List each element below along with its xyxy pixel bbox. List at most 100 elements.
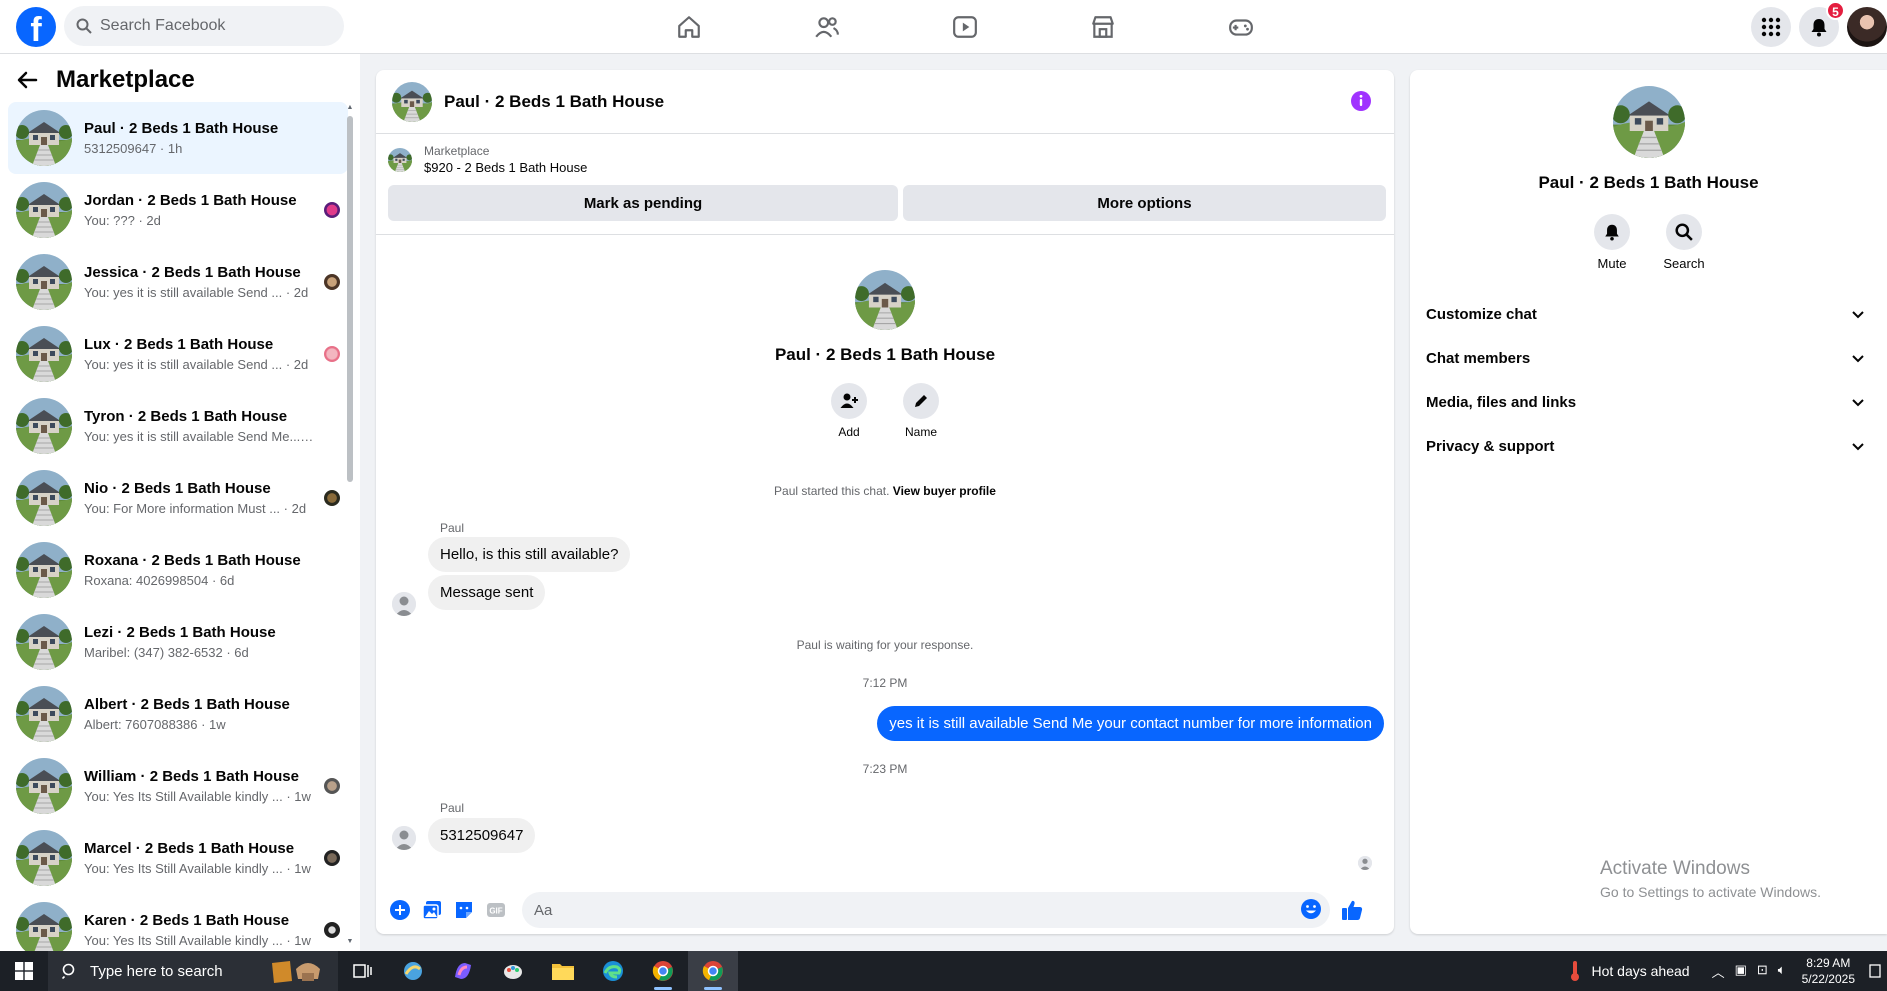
search-icon bbox=[76, 18, 92, 34]
chat-members-section[interactable]: Chat members bbox=[1414, 336, 1877, 380]
facebook-logo[interactable]: f bbox=[16, 7, 56, 47]
message-bubble[interactable]: 5312509647 bbox=[428, 818, 536, 853]
add-people-button[interactable]: Add bbox=[831, 383, 867, 439]
sender-avatar[interactable] bbox=[392, 592, 416, 616]
intro-name: Paul · 2 Beds 1 Bath House bbox=[774, 345, 996, 364]
tab-marketplace[interactable] bbox=[1034, 0, 1172, 54]
video-icon bbox=[953, 16, 977, 38]
edit-name-button[interactable]: Name bbox=[903, 383, 939, 439]
add-person-icon bbox=[840, 393, 858, 408]
meet-icon[interactable]: ▣ bbox=[1735, 962, 1747, 981]
sidebar-header: Marketplace bbox=[16, 66, 195, 94]
taskbar-search[interactable]: Type here to search bbox=[48, 951, 338, 991]
start-button[interactable] bbox=[0, 951, 48, 991]
details-header: Paul · 2 Beds 1 Bath House bbox=[1410, 86, 1887, 193]
listing-summary[interactable]: Marketplace $920 - 2 Beds 1 Bath House bbox=[388, 144, 587, 175]
taskbar-app-file-explorer[interactable] bbox=[538, 951, 588, 991]
search-in-chat-button[interactable]: Search bbox=[1663, 214, 1705, 271]
sticker-button[interactable] bbox=[448, 894, 480, 926]
conversation-item[interactable]: Lezi · 2 Beds 1 Bath House Maribel: (347)… bbox=[8, 606, 348, 678]
taskbar-app-game[interactable] bbox=[388, 951, 438, 991]
name-label: Name bbox=[904, 425, 937, 439]
tab-home[interactable] bbox=[620, 0, 758, 54]
view-buyer-profile-link[interactable]: View buyer profile bbox=[893, 484, 996, 498]
taskbar-app-paint[interactable] bbox=[488, 951, 538, 991]
taskbar-app-copilot[interactable] bbox=[438, 951, 488, 991]
house-thumbnail bbox=[16, 326, 72, 382]
conversation-item[interactable]: Albert · 2 Beds 1 Bath House Albert: 7607… bbox=[8, 678, 348, 750]
sidebar-scrollbar[interactable]: ▲ ▼ bbox=[346, 104, 354, 946]
conversation-name: Roxana · 2 Beds 1 Bath House bbox=[84, 552, 301, 569]
network-icon[interactable]: ⊡ bbox=[1757, 962, 1768, 981]
search-input[interactable] bbox=[100, 17, 320, 35]
gif-button[interactable]: GIF bbox=[480, 894, 512, 926]
taskbar-app-chrome[interactable] bbox=[638, 951, 688, 991]
conversation-item[interactable]: Paul · 2 Beds 1 Bath House 5312509647 · 1… bbox=[8, 102, 348, 174]
taskbar-app-edge[interactable] bbox=[588, 951, 638, 991]
weather-widget[interactable]: Hot days ahead bbox=[1568, 960, 1690, 982]
taskbar-app-chrome-active[interactable] bbox=[688, 951, 738, 991]
mute-button[interactable]: Mute bbox=[1594, 214, 1630, 271]
like-button[interactable] bbox=[1336, 894, 1368, 926]
facebook-search[interactable] bbox=[64, 6, 344, 46]
message-bubble[interactable]: Message sent bbox=[428, 575, 546, 610]
notification-center-icon[interactable] bbox=[1869, 964, 1881, 978]
mark-as-pending-button[interactable]: Mark as pending bbox=[388, 185, 898, 221]
system-tray: Hot days ahead ︿ ▣ ⊡ 🔈︎ 8:29 AM 5/22/202… bbox=[1568, 951, 1887, 991]
conversation-item[interactable]: Lux · 2 Beds 1 Bath House You: yes it is … bbox=[8, 318, 348, 390]
conversation-item[interactable]: Nio · 2 Beds 1 Bath House You: For More i… bbox=[8, 462, 348, 534]
message-bubble[interactable]: Hello, is this still available? bbox=[428, 537, 631, 572]
conversation-name: Albert · 2 Beds 1 Bath House bbox=[84, 696, 290, 713]
plus-circle-icon bbox=[390, 900, 410, 920]
conversation-item[interactable]: Tyron · 2 Beds 1 Bath House You: yes it i… bbox=[8, 390, 348, 462]
chat-avatar[interactable] bbox=[392, 82, 432, 122]
profile-avatar[interactable] bbox=[1847, 7, 1887, 47]
task-view-button[interactable] bbox=[338, 951, 388, 991]
media-files-links-section[interactable]: Media, files and links bbox=[1414, 380, 1877, 424]
house-thumbnail bbox=[16, 902, 72, 958]
conversation-item[interactable]: William · 2 Beds 1 Bath House You: Yes It… bbox=[8, 750, 348, 822]
more-options-button[interactable]: More options bbox=[903, 185, 1386, 221]
privacy-support-section[interactable]: Privacy & support bbox=[1414, 424, 1877, 468]
sent-message-bubble[interactable]: yes it is still available Send Me your c… bbox=[877, 706, 1384, 741]
conversation-item[interactable]: Jessica · 2 Beds 1 Bath House You: yes it… bbox=[8, 246, 348, 318]
conversation-preview: Roxana: 4026998504 · 6d bbox=[84, 573, 235, 588]
thermometer-icon bbox=[1570, 961, 1579, 981]
conversation-preview: Maribel: (347) 382-6532 · 6d bbox=[84, 645, 249, 660]
tab-video[interactable] bbox=[896, 0, 1034, 54]
search-label: Search bbox=[1663, 256, 1705, 271]
conversation-item[interactable]: Jordan · 2 Beds 1 Bath House You: ??? · 2… bbox=[8, 174, 348, 246]
details-avatar[interactable] bbox=[1613, 86, 1685, 158]
scroll-up-icon[interactable]: ▲ bbox=[346, 104, 354, 112]
chat-title[interactable]: Paul · 2 Beds 1 Bath House bbox=[444, 92, 664, 112]
info-icon[interactable] bbox=[1350, 90, 1372, 112]
tab-friends[interactable] bbox=[758, 0, 896, 54]
marketplace-icon bbox=[1092, 16, 1114, 38]
windows-taskbar: Type here to search Hot days ahead ︿ ▣ ⊡… bbox=[0, 951, 1887, 991]
chat-header: Paul · 2 Beds 1 Bath House bbox=[376, 70, 1394, 134]
sender-avatar[interactable] bbox=[392, 826, 416, 850]
photo-icon bbox=[422, 901, 441, 920]
notifications-button[interactable]: 5 bbox=[1799, 1, 1845, 47]
attach-photo-button[interactable] bbox=[416, 894, 448, 926]
more-actions-button[interactable] bbox=[384, 894, 416, 926]
tab-gaming[interactable] bbox=[1172, 0, 1310, 54]
menu-button[interactable] bbox=[1751, 7, 1791, 47]
sidebar-title: Marketplace bbox=[56, 66, 195, 93]
conversation-item[interactable]: Roxana · 2 Beds 1 Bath House Roxana: 4026… bbox=[8, 534, 348, 606]
conversation-name: Jessica · 2 Beds 1 Bath House bbox=[84, 264, 301, 281]
chevron-up-icon[interactable]: ︿ bbox=[1712, 962, 1725, 981]
customize-chat-section[interactable]: Customize chat bbox=[1414, 292, 1877, 336]
emoji-icon[interactable] bbox=[1300, 898, 1322, 920]
clock[interactable]: 8:29 AM 5/22/2025 bbox=[1802, 955, 1855, 987]
scroll-down-icon[interactable]: ▼ bbox=[346, 938, 354, 946]
activate-windows-watermark: Activate Windows Go to Settings to activ… bbox=[1600, 858, 1821, 900]
bell-icon bbox=[1605, 224, 1619, 241]
search-icon bbox=[1675, 223, 1693, 241]
volume-icon[interactable]: 🔈︎ bbox=[1778, 962, 1786, 981]
back-arrow-icon[interactable] bbox=[16, 69, 38, 91]
message-composer: GIF bbox=[376, 886, 1394, 934]
scroll-thumb[interactable] bbox=[347, 116, 353, 482]
conversation-item[interactable]: Marcel · 2 Beds 1 Bath House You: Yes Its… bbox=[8, 822, 348, 894]
message-input[interactable] bbox=[534, 901, 1294, 919]
